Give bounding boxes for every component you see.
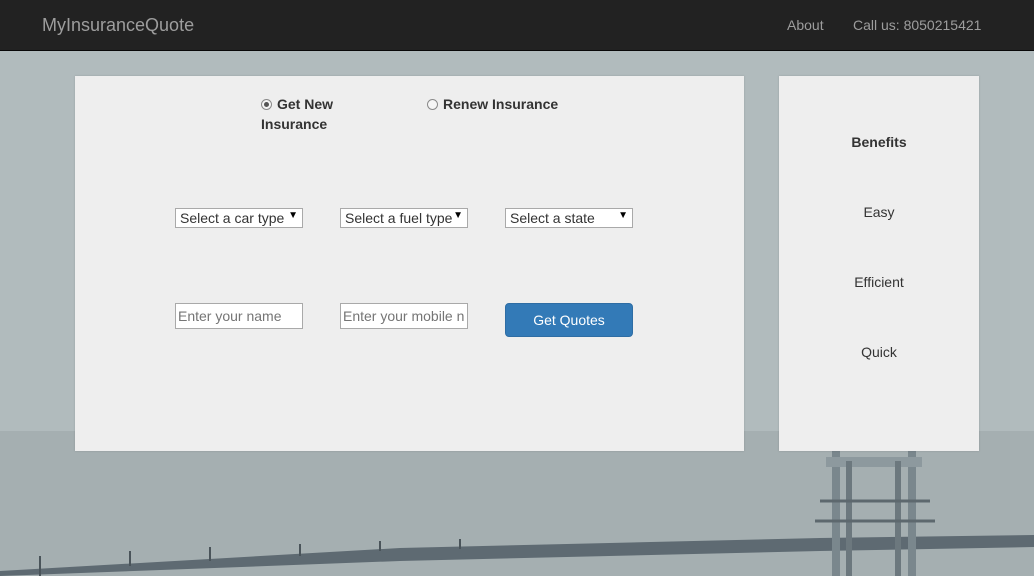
get-quotes-button[interactable]: Get Quotes xyxy=(505,303,633,337)
state-select[interactable]: Select a state ▼ xyxy=(505,208,633,228)
benefit-item: Efficient xyxy=(854,274,904,290)
radio-checked-icon[interactable] xyxy=(261,99,272,110)
dropdown-arrow-icon: ▼ xyxy=(453,210,463,221)
benefits-panel: Benefits Easy Efficient Quick xyxy=(779,76,979,451)
state-value: Select a state xyxy=(510,210,595,226)
fuel-type-select[interactable]: Select a fuel type ▼ xyxy=(340,208,468,228)
benefits-title: Benefits xyxy=(851,134,907,150)
mobile-input[interactable] xyxy=(340,303,468,329)
nav-about-link[interactable]: About xyxy=(787,17,824,33)
dropdown-arrow-icon: ▼ xyxy=(618,210,628,221)
car-type-select[interactable]: Select a car type ▼ xyxy=(175,208,303,228)
radio-new-label-line1: Get New xyxy=(277,96,334,112)
brand-logo[interactable]: MyInsuranceQuote xyxy=(42,15,194,36)
radio-unchecked-icon[interactable] xyxy=(427,99,438,110)
radio-renew-label: Renew Insurance xyxy=(443,96,559,112)
name-input[interactable] xyxy=(175,303,303,329)
radio-new-label-line2: Insurance xyxy=(261,116,328,132)
fuel-type-value: Select a fuel type xyxy=(345,210,453,226)
dropdown-arrow-icon: ▼ xyxy=(288,210,298,221)
quote-form-panel xyxy=(75,76,744,451)
car-type-value: Select a car type xyxy=(180,210,285,226)
benefit-item: Easy xyxy=(863,204,895,220)
radio-renew-insurance[interactable]: Renew Insurance xyxy=(427,94,558,114)
top-navbar: MyInsuranceQuote About Call us: 80502154… xyxy=(0,0,1034,51)
radio-new-insurance[interactable]: Get New Insurance xyxy=(261,94,333,134)
nav-call-link[interactable]: Call us: 8050215421 xyxy=(853,17,981,33)
benefit-item: Quick xyxy=(861,344,897,360)
